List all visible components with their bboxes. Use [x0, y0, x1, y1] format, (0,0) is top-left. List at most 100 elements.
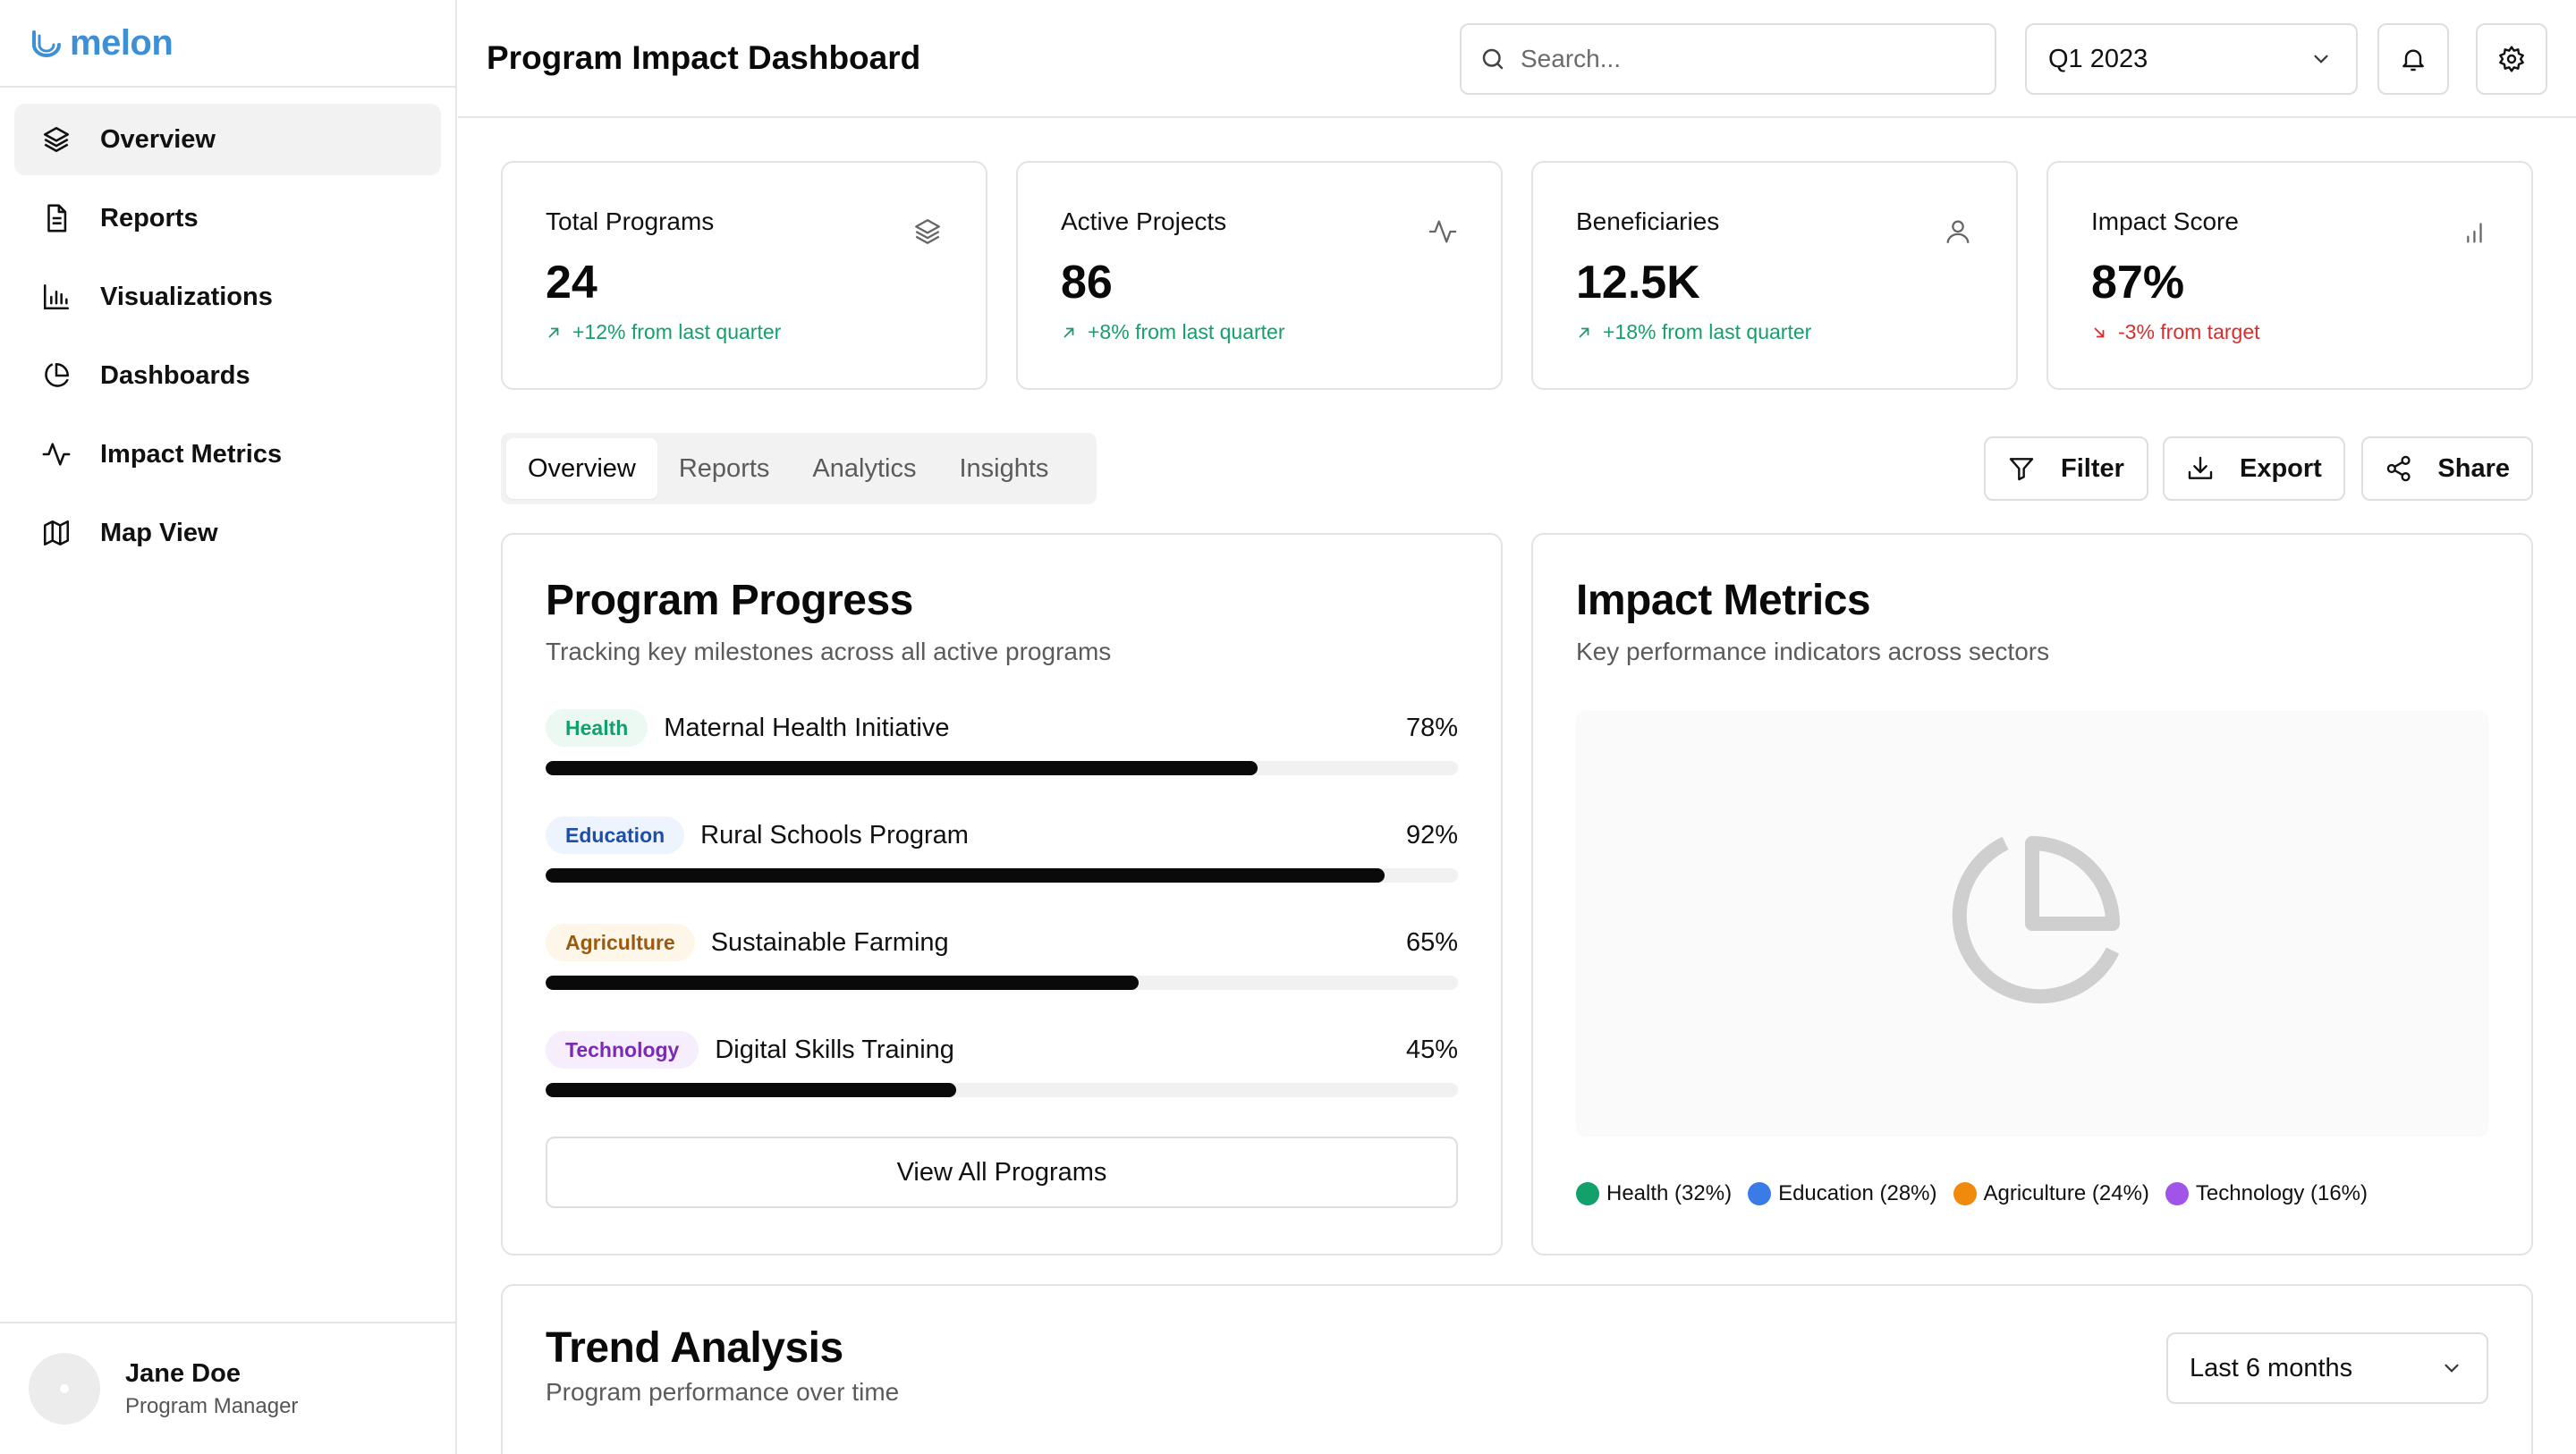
tab-overview[interactable]: Overview [506, 438, 657, 499]
stat-change-text: -3% from target [2118, 320, 2260, 343]
search-input[interactable] [1521, 45, 1950, 73]
view-tabs: Overview Reports Analytics Insights [501, 433, 1097, 504]
period-select[interactable]: Q1 2023 [2025, 23, 2358, 95]
stat-change-text: +8% from last quarter [1088, 320, 1285, 343]
stat-change: +18% from last quarter [1576, 320, 1973, 344]
activity-icon [41, 439, 72, 469]
progress-list: Health Maternal Health Initiative 78% Ed… [546, 707, 1458, 1097]
top-header: Program Impact Dashboard Q1 2023 [458, 0, 2576, 118]
sidebar-item-map-view[interactable]: Map View [14, 497, 441, 569]
share-button[interactable]: Share [2361, 436, 2533, 501]
tab-reports[interactable]: Reports [657, 438, 792, 499]
sidebar-item-dashboards[interactable]: Dashboards [14, 340, 441, 411]
program-name: Sustainable Farming [710, 927, 949, 957]
user-icon [1946, 220, 1970, 243]
brand-logo[interactable]: melon [0, 0, 455, 88]
view-all-programs-button[interactable]: View All Programs [546, 1137, 1458, 1208]
stat-value: 87% [2091, 257, 2185, 309]
stat-change-text: +18% from last quarter [1603, 320, 1812, 343]
pie-chart-icon [1952, 836, 2120, 1004]
program-percent: 65% [1405, 927, 1458, 957]
activity-icon [1428, 220, 1457, 243]
sector-tag: Education [546, 816, 685, 854]
sidebar-item-overview[interactable]: Overview [14, 104, 441, 175]
arrow-up-right-icon [1063, 327, 1074, 337]
sidebar-item-label: Reports [100, 203, 199, 232]
share-button-label: Share [2437, 453, 2510, 483]
progress-bar [546, 761, 1458, 775]
melon-logo-icon [32, 30, 61, 57]
stat-value: 12.5K [1576, 257, 1700, 309]
impact-metrics-panel: Impact Metrics Key performance indicator… [1531, 533, 2533, 1255]
stats-row: Total Programs 24 +12% from last quarter… [501, 161, 2533, 390]
filter-button-label: Filter [2061, 453, 2124, 483]
stat-label: Impact Score [2091, 207, 2239, 235]
chevron-down-icon [2445, 1364, 2459, 1373]
user-role: Program Manager [125, 1393, 299, 1418]
sidebar-item-label: Map View [100, 518, 218, 547]
legend-dot [1748, 1182, 1772, 1205]
stat-label: Total Programs [546, 207, 715, 235]
brand-name: melon [70, 22, 174, 63]
stat-label: Active Projects [1061, 207, 1227, 235]
progress-bar-fill [546, 1083, 956, 1097]
sidebar-item-impact-metrics[interactable]: Impact Metrics [14, 418, 441, 490]
progress-item: Education Rural Schools Program 92% [546, 815, 1458, 883]
trend-range-select[interactable]: Last 6 months [2166, 1332, 2488, 1404]
stat-value: 86 [1061, 257, 1113, 309]
layers-icon [41, 124, 72, 155]
stat-change-text: +12% from last quarter [572, 320, 782, 343]
sector-tag: Health [546, 709, 648, 747]
progress-item: Health Maternal Health Initiative 78% [546, 707, 1458, 775]
stat-card-total-programs: Total Programs 24 +12% from last quarter [501, 161, 987, 390]
filter-button[interactable]: Filter [1984, 436, 2148, 501]
sidebar-item-reports[interactable]: Reports [14, 182, 441, 254]
arrow-up-right-icon [548, 327, 559, 337]
sidebar-item-visualizations[interactable]: Visualizations [14, 261, 441, 333]
trend-analysis-panel: Trend Analysis Program performance over … [501, 1284, 2533, 1454]
legend-label: Health (32%) [1606, 1181, 1733, 1205]
stat-card-impact-score: Impact Score 87% -3% from target [2046, 161, 2533, 390]
stat-card-active-projects: Active Projects 86 +8% from last quarter [1016, 161, 1503, 390]
tab-analytics[interactable]: Analytics [791, 438, 937, 499]
user-profile[interactable]: Jane Doe Program Manager [0, 1322, 455, 1454]
legend-item: Education (28%) [1748, 1181, 1937, 1206]
chevron-down-icon [2314, 55, 2328, 63]
layers-icon [915, 219, 940, 244]
program-progress-panel: Program Progress Tracking key milestones… [501, 533, 1503, 1255]
panel-title: Impact Metrics [1576, 577, 1871, 624]
notifications-button[interactable] [2377, 23, 2449, 95]
program-percent: 92% [1405, 820, 1458, 850]
avatar [29, 1353, 100, 1424]
chart-placeholder [1576, 711, 2488, 1137]
download-icon [2188, 456, 2213, 479]
progress-bar-fill [546, 868, 1385, 883]
panel-subtitle: Tracking key milestones across all activ… [546, 638, 1112, 665]
legend-item: Technology (16%) [2165, 1181, 2368, 1206]
tab-insights[interactable]: Insights [937, 438, 1070, 499]
progress-bar [546, 1083, 1458, 1097]
legend-dot [2165, 1182, 2189, 1205]
file-text-icon [41, 203, 72, 233]
program-percent: 45% [1405, 1035, 1458, 1064]
export-button[interactable]: Export [2163, 436, 2345, 501]
sidebar-item-label: Visualizations [100, 282, 273, 311]
program-percent: 78% [1405, 713, 1458, 742]
panel-subtitle: Key performance indicators across sector… [1576, 638, 2050, 665]
progress-bar [546, 868, 1458, 883]
settings-button[interactable] [2476, 23, 2547, 95]
sidebar: melon Overview Reports Visualizations Da… [0, 0, 457, 1454]
sector-tag: Agriculture [546, 924, 695, 961]
search-box [1460, 23, 1996, 95]
sidebar-item-label: Impact Metrics [100, 439, 283, 469]
sector-tag: Technology [546, 1031, 699, 1069]
app: melon Overview Reports Visualizations Da… [0, 0, 2576, 1454]
chart-legend: Health (32%) Education (28%) Agriculture… [1576, 1181, 2488, 1206]
legend-item: Health (32%) [1576, 1181, 1732, 1206]
map-icon [41, 518, 72, 548]
legend-dot [1576, 1182, 1599, 1205]
legend-label: Agriculture (24%) [1983, 1181, 2149, 1205]
panel-title: Program Progress [546, 577, 913, 624]
sidebar-nav: Overview Reports Visualizations Dashboar… [0, 88, 455, 592]
arrow-up-right-icon [1579, 327, 1589, 337]
